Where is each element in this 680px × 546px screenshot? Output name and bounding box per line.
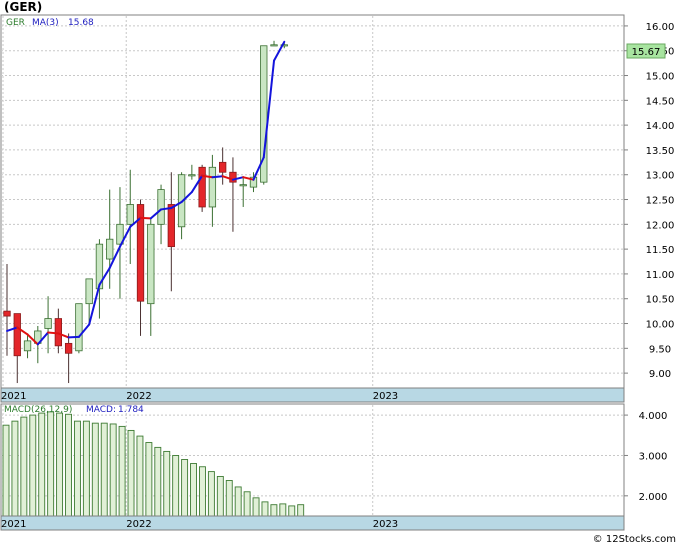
macd-bar (109, 423, 117, 517)
candle-body (106, 238, 114, 260)
last-price-value: 15.67 (632, 47, 661, 58)
candle-body (75, 303, 83, 352)
macd-legend-value: 1.784 (118, 405, 144, 415)
macd-bar (252, 497, 260, 517)
candle-body (167, 204, 175, 248)
macd-legend-name: MACD(26,12,9) (4, 405, 72, 415)
candle-body (44, 318, 52, 329)
price-tick-label: 14.50 (646, 96, 675, 107)
candle-body (239, 184, 247, 187)
macd-bar (136, 435, 144, 517)
macd-bar (145, 442, 153, 517)
candle-body (23, 340, 32, 352)
price-tick-label: 9.00 (649, 369, 671, 380)
macd-bar (190, 463, 197, 517)
watermark: © 12Stocks.com (593, 534, 676, 545)
price-tick-label: 13.00 (646, 171, 675, 182)
candle-body (64, 342, 73, 354)
chart-title: (GER) (4, 0, 42, 14)
macd-bar (279, 503, 287, 517)
macd-bar (47, 411, 55, 517)
price-legend: GER MA(3) 15.68 (6, 18, 94, 28)
macd-bar (82, 420, 90, 517)
macd-bar (288, 505, 296, 517)
price-date-band (0, 387, 625, 403)
legend-ma-label: MA(3) (32, 18, 59, 28)
macd-bar (38, 412, 46, 517)
macd-bar (56, 412, 64, 517)
candle-body (126, 204, 134, 225)
macd-bar (73, 420, 81, 517)
macd-bar (20, 416, 28, 517)
macd-bar (216, 475, 224, 517)
legend-ticker: GER (6, 18, 25, 28)
price-date-label: 2021 (1, 391, 26, 402)
macd-date-band (0, 515, 625, 531)
macd-bar (181, 459, 189, 517)
price-plot-frame (0, 14, 625, 403)
price-tick-label: 9.50 (649, 344, 671, 355)
price-date-label: 2023 (373, 391, 398, 402)
macd-bar (172, 455, 180, 517)
price-tick-label: 12.00 (646, 220, 675, 231)
candle-body (270, 44, 278, 47)
price-date-label: 2022 (126, 391, 151, 402)
macd-panel: 2021 2022 2023 4.000 3.000 2.000 MACD(26,12,… (0, 403, 667, 531)
macd-bar (243, 491, 251, 517)
macd-bar (154, 446, 162, 517)
macd-date-label: 2022 (126, 519, 151, 530)
price-tick-label: 13.50 (646, 146, 675, 157)
macd-tick-label: 3.000 (639, 451, 668, 462)
price-tick-label: 14.00 (646, 121, 675, 132)
price-tick-label: 11.50 (646, 245, 675, 256)
macd-bar (127, 429, 135, 517)
macd-bar (91, 422, 99, 517)
legend-ma-value: 15.68 (68, 18, 94, 28)
price-tick-label: 16.00 (646, 22, 675, 33)
price-y-axis: 16.0015.5015.0014.5014.0013.5013.0012.50… (624, 22, 674, 380)
macd-bar (2, 424, 10, 517)
price-tick-label: 15.00 (646, 72, 675, 83)
macd-tick-label: 4.000 (639, 411, 668, 422)
price-tick-label: 12.50 (646, 196, 675, 207)
last-price-marker: 15.67 (626, 43, 666, 59)
candle (75, 303, 83, 354)
candle-body (198, 166, 206, 208)
macd-bar (118, 425, 126, 517)
candle-body (208, 166, 217, 208)
candle-body (147, 223, 155, 305)
macd-bar (261, 501, 269, 517)
macd-bar (297, 504, 305, 517)
macd-legend-label: MACD: (86, 405, 116, 415)
macd-bar (270, 504, 278, 517)
macd-bar (234, 486, 242, 517)
macd-y-axis: 4.000 3.000 2.000 (624, 411, 667, 503)
macd-bar (11, 420, 19, 517)
price-tick-label: 10.50 (646, 295, 675, 306)
candle-body (219, 161, 227, 173)
candle-body (188, 174, 196, 177)
candle-body (157, 189, 165, 225)
macd-tick-label: 2.000 (639, 492, 668, 503)
candle-body (13, 313, 21, 357)
macd-bar (207, 471, 215, 517)
price-panel: 202120222023 16.0015.5015.0014.5014.0013… (0, 14, 674, 403)
macd-bar (225, 480, 233, 517)
macd-bar (163, 450, 171, 517)
macd-date-label: 2023 (373, 519, 398, 530)
price-tick-label: 10.00 (646, 320, 675, 331)
macd-date-label: 2021 (1, 519, 26, 530)
price-tick-label: 11.00 (646, 270, 675, 281)
candle-body (3, 310, 11, 317)
macd-bar (199, 466, 206, 517)
stock-chart: (GER) 202120222023 16.0015.5015.0014.501… (0, 0, 676, 545)
candle (198, 164, 206, 212)
macd-bar (29, 414, 37, 517)
macd-bar (100, 422, 108, 517)
ma-segment (47, 331, 60, 335)
candle-body (85, 278, 93, 305)
ma-segment (211, 175, 224, 179)
candle-body (54, 318, 62, 347)
macd-bar (65, 413, 72, 517)
